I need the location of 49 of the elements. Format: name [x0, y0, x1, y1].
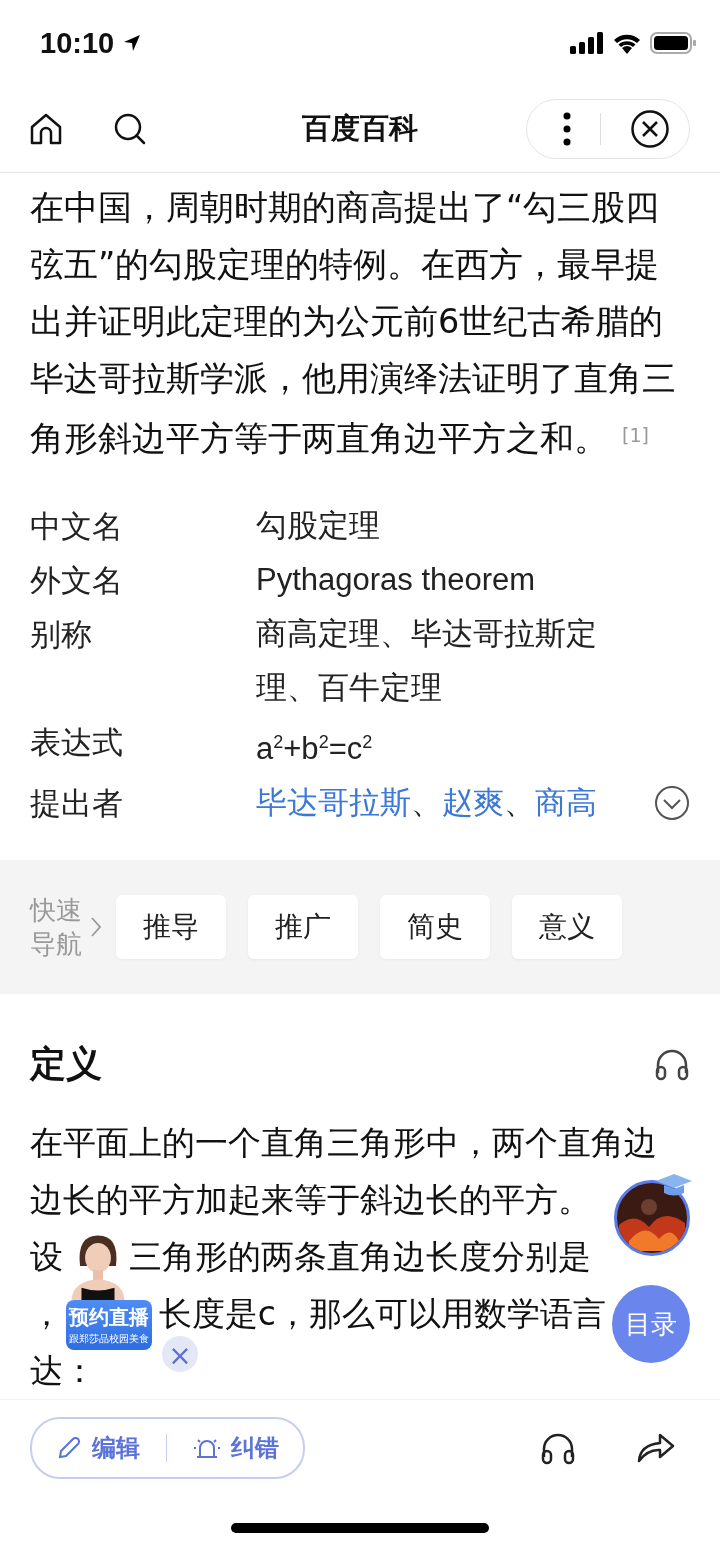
definition-text: 在平面上的一个直角三角形中，两个直角边 [30, 1122, 657, 1165]
definition-text: 边长的平方加起来等于斜边长的平方。 [30, 1179, 591, 1222]
close-icon[interactable] [629, 109, 670, 149]
badge-title: 预约直播 [69, 1304, 149, 1332]
close-button[interactable]: × [162, 1336, 198, 1373]
status-time: 10:10 [40, 26, 115, 60]
headphones-icon[interactable] [654, 1047, 690, 1082]
chevron-right-icon [90, 916, 102, 939]
info-link[interactable]: 赵爽 [442, 785, 504, 821]
location-arrow-icon [122, 33, 143, 53]
definition-text: ， [30, 1293, 63, 1336]
wifi-icon [612, 32, 642, 54]
section-title: 定义 [30, 1041, 102, 1086]
toc-button[interactable]: 目录 [612, 1285, 690, 1364]
quick-nav-button[interactable]: 意义 [512, 895, 622, 960]
live-badge[interactable]: 预约直播 跟郑莎品校园美食 [66, 1300, 152, 1351]
separator-text: 、 [504, 785, 535, 821]
definition-text: 三角形的两条直角边长度分别是 [129, 1236, 591, 1279]
info-link[interactable]: 毕达哥拉斯 [256, 785, 411, 821]
info-label: 外文名 [30, 561, 124, 600]
signal-icon [570, 32, 604, 54]
quick-nav-button[interactable]: 推导 [116, 895, 226, 960]
info-label: 提出者 [30, 784, 124, 824]
expand-icon[interactable] [654, 785, 690, 822]
edit-button[interactable]: 编辑 [56, 1432, 140, 1465]
quick-nav-label: 快速导航 [30, 894, 83, 962]
info-value: a$^{2}$+b$^{2}$=c$^{2}$ [256, 730, 374, 769]
reference-link[interactable]: [1] [622, 424, 649, 446]
info-link[interactable]: 商高 [535, 785, 597, 821]
definition-text: 达： [30, 1350, 96, 1393]
more-icon[interactable] [562, 112, 573, 146]
headphones-icon[interactable] [540, 1431, 576, 1466]
info-value: 勾股定理 [256, 507, 381, 545]
info-value: Pythagoras theorem [256, 561, 537, 599]
info-label: 别称 [30, 615, 93, 654]
intro-paragraph: 在中国，周朝时期的商高提出了“勾三股四弦五”的勾股定理的特例。在西方，最早提出并证明此定理的为公元前6世纪古希腊的毕达哥拉斯学派，他用演绎法证明了直角三角形斜边平方等于两直角边平方之和。 $^{[1]}$ [30, 187, 677, 460]
info-label: 表达式 [30, 723, 124, 762]
quick-nav-button[interactable]: 简史 [380, 895, 490, 960]
definition-text: 长度是c，那么可以用数学语言 [158, 1293, 606, 1336]
battery-icon [650, 32, 696, 54]
page-title: 百度百科 [302, 110, 418, 147]
quick-nav-button[interactable]: 推广 [248, 895, 358, 960]
separator-text: 、 [411, 785, 442, 821]
report-button[interactable]: 纠错 [193, 1432, 279, 1465]
info-label: 中文名 [30, 507, 124, 546]
badge-caption: 跟郑莎品校园美食 [69, 1332, 149, 1347]
home-icon[interactable] [28, 111, 64, 147]
definition-text: 设 [30, 1236, 63, 1279]
search-icon[interactable] [112, 111, 148, 147]
